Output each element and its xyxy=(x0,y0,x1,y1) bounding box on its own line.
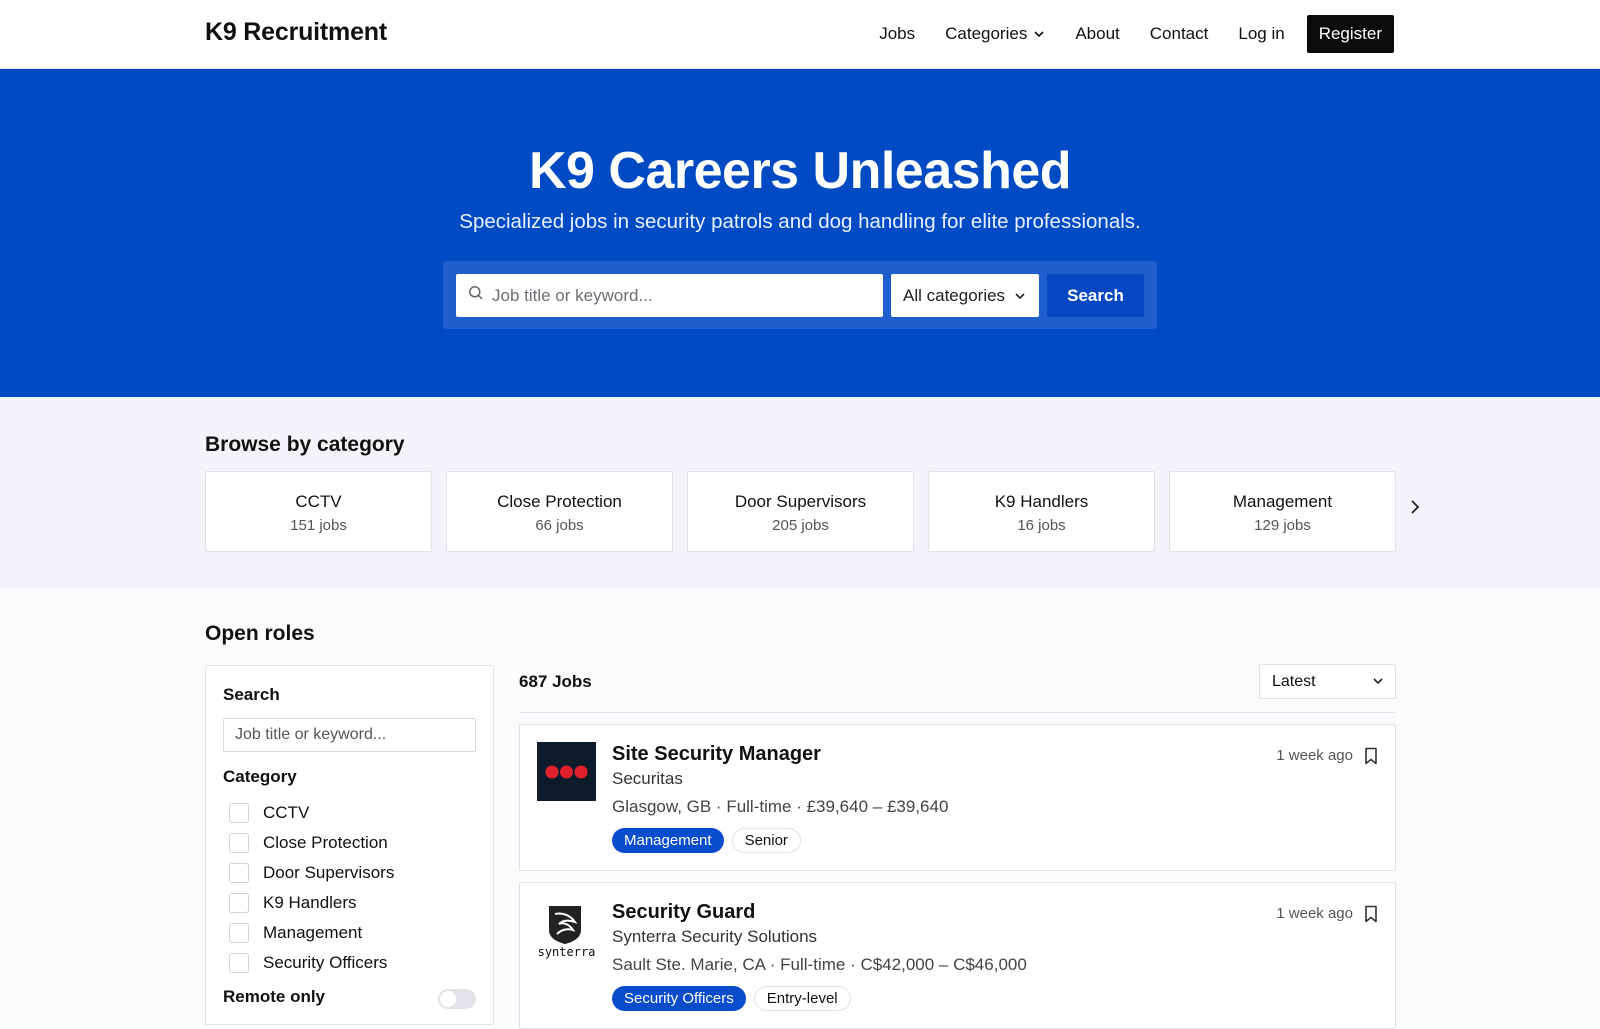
checkbox[interactable] xyxy=(229,833,249,853)
open-roles-title: Open roles xyxy=(205,622,315,645)
job-tag-category: Management xyxy=(612,828,724,853)
filter-checkbox-k9-handlers[interactable]: K9 Handlers xyxy=(229,893,357,913)
filter-search-label: Search xyxy=(223,685,280,704)
top-navbar: K9 Recruitment Jobs Categories About Con… xyxy=(0,0,1600,69)
hero-search-bar: Job title or keyword... All categories S… xyxy=(443,261,1157,329)
filter-category-label: Category xyxy=(223,767,297,786)
job-tag-category: Security Officers xyxy=(612,986,746,1011)
category-card-cctv[interactable]: CCTV 151 jobs xyxy=(205,471,432,552)
filters-panel: Search Job title or keyword... Category … xyxy=(205,665,494,1025)
synterra-logo-text: synterra xyxy=(537,945,596,959)
sort-select[interactable]: Latest xyxy=(1259,664,1396,699)
nav-links: Jobs Categories About Contact Log in Reg… xyxy=(849,15,1394,53)
chevron-down-icon xyxy=(1372,675,1384,687)
filter-search-input[interactable]: Job title or keyword... xyxy=(223,718,476,752)
category-count: 66 jobs xyxy=(535,517,584,534)
category-name: CCTV xyxy=(295,492,342,511)
results-count: 687 Jobs xyxy=(519,672,592,691)
checkbox-label: Management xyxy=(263,923,363,942)
divider xyxy=(519,712,1396,713)
category-name: Door Supervisors xyxy=(734,492,867,511)
chevron-down-icon xyxy=(1014,290,1026,302)
nav-categories-dropdown[interactable]: Categories xyxy=(945,24,1045,44)
category-name: Close Protection xyxy=(497,492,622,511)
hero-search-button[interactable]: Search xyxy=(1047,274,1144,317)
checkbox[interactable] xyxy=(229,863,249,883)
category-name: Management xyxy=(1232,492,1333,511)
job-meta: Sault Ste. Marie, CA · Full-time · C$42,… xyxy=(612,955,1027,974)
register-button[interactable]: Register xyxy=(1306,15,1394,53)
hero-search-input[interactable]: Job title or keyword... xyxy=(456,274,883,317)
checkbox-label: Door Supervisors xyxy=(263,863,395,882)
job-tags: Security Officers Entry-level xyxy=(612,986,859,1011)
filter-checkbox-management[interactable]: Management xyxy=(229,923,362,943)
job-tag-level: Entry-level xyxy=(753,986,851,1011)
synterra-logo: synterra xyxy=(537,900,596,959)
hero-category-value: All categories xyxy=(903,285,1006,305)
nav-about-link[interactable]: About xyxy=(1075,24,1119,44)
sort-value: Latest xyxy=(1272,672,1316,690)
job-card[interactable]: Site Security Manager Securitas Glasgow,… xyxy=(519,724,1396,871)
category-count: 129 jobs xyxy=(1254,517,1311,534)
job-age: 1 week ago xyxy=(1276,747,1353,764)
category-card-close-protection[interactable]: Close Protection 66 jobs xyxy=(446,471,673,552)
securitas-logo xyxy=(537,742,596,801)
hero-title: K9 Careers Unleashed xyxy=(528,142,1072,200)
filter-checkbox-security-officers[interactable]: Security Officers xyxy=(229,953,387,973)
filter-checkbox-cctv[interactable]: CCTV xyxy=(229,803,309,823)
remote-only-toggle[interactable] xyxy=(438,989,476,1009)
category-count: 16 jobs xyxy=(1017,517,1066,534)
checkbox-label: Security Officers xyxy=(263,953,388,972)
job-age: 1 week ago xyxy=(1276,905,1353,922)
checkbox-label: CCTV xyxy=(263,803,310,822)
checkbox[interactable] xyxy=(229,953,249,973)
chevron-right-icon[interactable] xyxy=(1408,499,1422,520)
nav-categories-label: Categories xyxy=(945,24,1028,43)
category-card-k9-handlers[interactable]: K9 Handlers 16 jobs xyxy=(928,471,1155,552)
job-title[interactable]: Site Security Manager xyxy=(612,743,821,766)
category-cards: CCTV 151 jobs Close Protection 66 jobs D… xyxy=(205,471,1396,552)
job-card[interactable]: synterra Security Guard Synterra Securit… xyxy=(519,882,1396,1029)
checkbox[interactable] xyxy=(229,923,249,943)
filter-checkbox-close-protection[interactable]: Close Protection xyxy=(229,833,388,853)
bookmark-icon[interactable] xyxy=(1364,747,1378,770)
filter-remote-label: Remote only xyxy=(223,987,326,1006)
hero-subtitle: Specialized jobs in security patrols and… xyxy=(459,210,1141,233)
hero-search-placeholder: Job title or keyword... xyxy=(492,285,653,305)
browse-section: Browse by category CCTV 151 jobs Close P… xyxy=(0,397,1600,588)
bookmark-icon[interactable] xyxy=(1364,905,1378,928)
filter-checkbox-door-supervisors[interactable]: Door Supervisors xyxy=(229,863,394,883)
job-meta: Glasgow, GB · Full-time · £39,640 – £39,… xyxy=(612,797,949,816)
job-tags: Management Senior xyxy=(612,828,809,853)
job-company: Synterra Security Solutions xyxy=(612,927,818,946)
job-tag-level: Senior xyxy=(731,828,801,853)
job-company: Securitas xyxy=(612,769,683,788)
browse-title: Browse by category xyxy=(205,433,405,456)
category-count: 205 jobs xyxy=(772,517,829,534)
brand-logo[interactable]: K9 Recruitment xyxy=(205,18,387,47)
checkbox[interactable] xyxy=(229,893,249,913)
job-title[interactable]: Security Guard xyxy=(612,901,755,924)
nav-contact-link[interactable]: Contact xyxy=(1150,24,1209,44)
nav-jobs-link[interactable]: Jobs xyxy=(879,24,915,44)
checkbox-label: Close Protection xyxy=(263,833,388,852)
category-name: K9 Handlers xyxy=(994,492,1089,511)
category-card-management[interactable]: Management 129 jobs xyxy=(1169,471,1396,552)
chevron-down-icon xyxy=(1033,28,1045,40)
hero-section: K9 Careers Unleashed Specialized jobs in… xyxy=(0,69,1600,397)
checkbox[interactable] xyxy=(229,803,249,823)
search-icon xyxy=(468,285,484,306)
category-count: 151 jobs xyxy=(290,517,347,534)
category-card-door-supervisors[interactable]: Door Supervisors 205 jobs xyxy=(687,471,914,552)
checkbox-label: K9 Handlers xyxy=(263,893,357,912)
hero-category-select[interactable]: All categories xyxy=(891,274,1039,317)
nav-login-link[interactable]: Log in xyxy=(1238,24,1284,44)
